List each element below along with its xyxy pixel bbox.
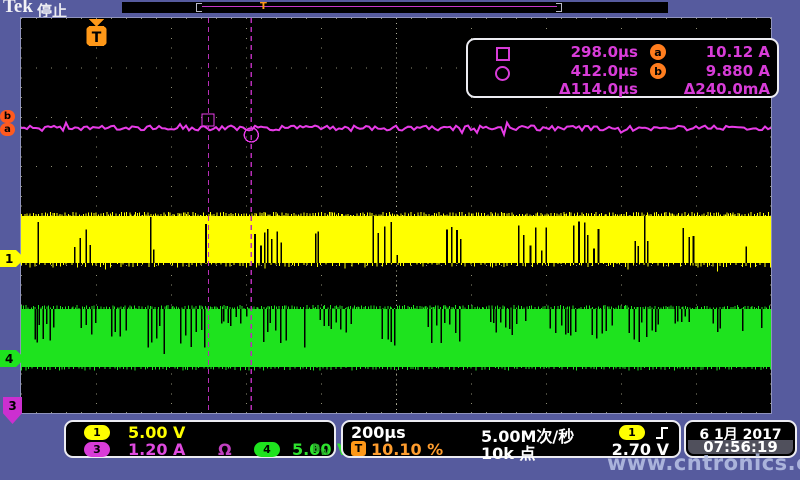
trigger-position-marker: T [87,19,107,46]
cursor1-square-icon [496,47,510,61]
trigger-position-percent: 10.10 % [371,440,443,459]
ch3-impedance: Ω [218,440,232,459]
trigger-source-badge: 1 [619,425,645,440]
ch3-badge: 3 [84,442,110,457]
oscilloscope-screen: { "colors":{"bg":"#565b9e","ch1":"#ffff0… [0,0,800,480]
ch3-scale: 1.20 A [128,440,185,459]
ch1-badge: 1 [84,425,110,440]
trigger-position-badge: T [351,441,366,456]
record-trigger-marker: T [260,1,267,12]
record-window-right-bracket [556,3,562,12]
ch4-badge: 4 [254,442,280,457]
ch4-bandwidth-icon: BW [312,442,329,457]
cursor-delta-time: Δ114.0µs [526,80,638,98]
cursor1-time: 298.0µs [526,43,638,61]
cursor2-circle-icon [495,66,510,81]
channel-readout-box: 1 5.00 V 3 1.20 A Ω 4 5.00 V BW [64,420,336,458]
cursor-a-value: 10.12 A [674,43,770,61]
cursor-a-level-marker: a [0,123,15,136]
cursor2-time: 412.0µs [526,62,638,80]
record-length: 10k 点 [481,440,535,464]
tek-logo: Tek [3,0,33,18]
cursor-b-level-marker: b [0,110,15,123]
cursor-b-value: 9.880 A [674,62,770,80]
record-window-left-bracket [196,3,202,12]
ch3-position-marker: 3 [3,397,22,424]
svg-text:T: T [92,30,102,46]
cursor-readout-box: 298.0µs a 10.12 A 412.0µs b 9.880 A Δ114… [466,38,779,98]
ch4-waveform [21,305,771,370]
cursor-a-badge: a [650,44,666,60]
ch1-waveform [21,212,771,271]
watermark: www.cntronics.com [607,451,800,475]
record-window-span-line [202,6,557,7]
cursor-delta-value: Δ240.0mA [654,80,770,98]
cursor-b-badge: b [650,63,666,79]
record-view-bar: T [122,2,668,13]
